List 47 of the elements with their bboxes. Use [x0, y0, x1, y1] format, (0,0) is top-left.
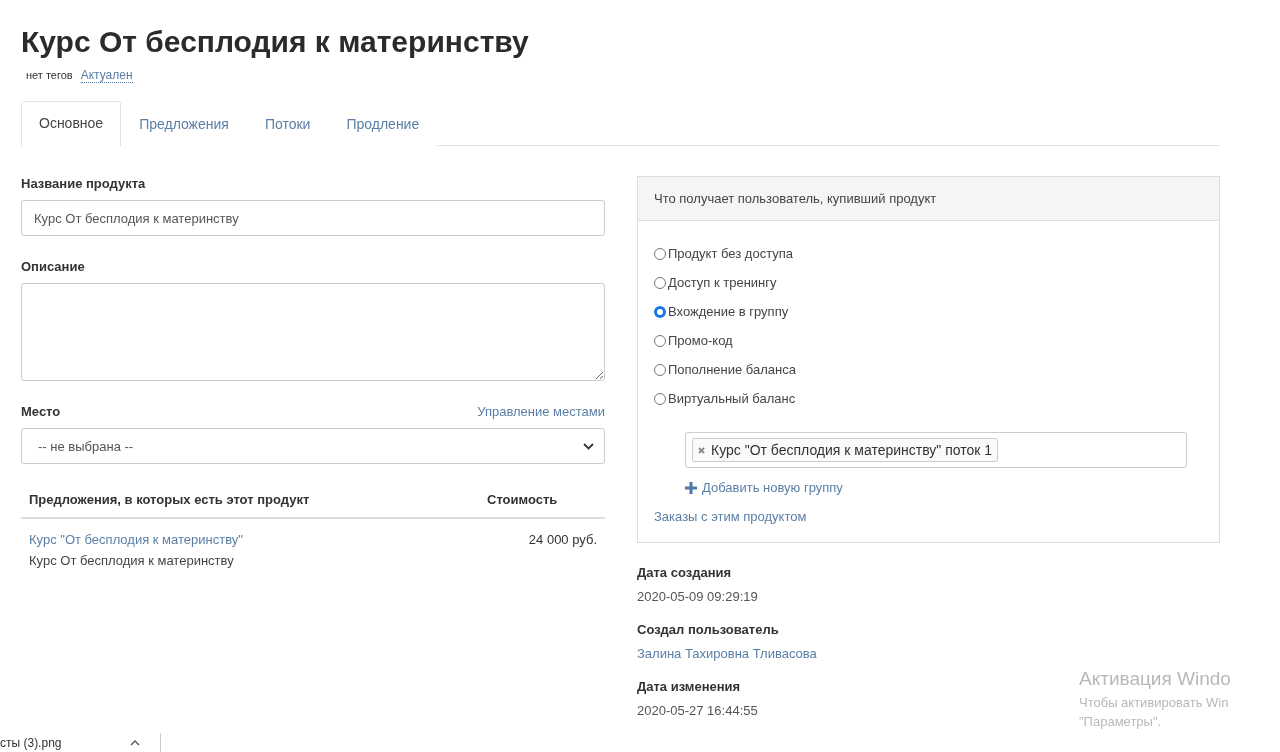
user-link[interactable]: Залина Тахировна Тливасова: [637, 646, 817, 661]
chevron-down-icon: [583, 442, 594, 450]
column-header: Предложения, в которых есть этот продукт: [21, 492, 479, 518]
radio-button[interactable]: [654, 305, 666, 318]
group-name: Курс "От бесплодия к материнству" поток 1: [711, 442, 993, 458]
tab[interactable]: Основное: [21, 101, 122, 146]
column-header: Стоимость: [479, 492, 605, 518]
meta-value: 2020-05-09 09:29:19: [637, 589, 758, 604]
group-field[interactable]: Курс "От бесплодия к материнству" поток 1: [685, 432, 1187, 468]
radio-option[interactable]: Промо-код: [654, 326, 1203, 355]
radio-button[interactable]: [654, 363, 666, 376]
offer-subtitle: Курс От бесплодия к материнству: [29, 552, 235, 570]
page-title: Курс От бесплодия к материнству: [21, 24, 530, 60]
orders-link[interactable]: Заказы с этим продуктом: [654, 509, 807, 524]
meta-label: Дата создания: [637, 565, 732, 580]
radio-option[interactable]: Доступ к тренингу: [654, 268, 1203, 297]
field-label: Место: [21, 404, 61, 419]
meta-label: Дата изменения: [637, 679, 741, 694]
description-field[interactable]: [21, 283, 605, 381]
radio-button[interactable]: [654, 334, 666, 347]
radio-option[interactable]: Продукт без доступа: [654, 239, 1203, 268]
radio-button[interactable]: [654, 247, 666, 260]
meta-value: 2020-05-27 16:44:55: [637, 703, 758, 718]
price: 24 000 руб.: [528, 532, 597, 547]
manage-places-link[interactable]: Управление местами: [477, 404, 605, 419]
status-link[interactable]: Актуален: [80, 68, 133, 83]
add-group-link[interactable]: Добавить новую группу: [685, 480, 843, 495]
name-field[interactable]: Курс От бесплодия к материнству: [21, 200, 605, 236]
radio-option[interactable]: Вхождение в группу: [654, 297, 1203, 326]
meta-label: Создал пользователь: [637, 622, 779, 637]
download-file[interactable]: сты (3).png: [0, 735, 62, 750]
place-select[interactable]: -- не выбрана --: [21, 428, 605, 464]
caret-up-icon[interactable]: [130, 739, 140, 746]
field-label: Описание: [21, 259, 86, 274]
tags-label: нет тегов: [26, 69, 73, 81]
activation-text: "Параметры".: [1079, 713, 1162, 731]
radio-option[interactable]: Виртуальный баланс: [654, 384, 1203, 413]
panel-header: Что получает пользователь, купивший продукт: [638, 177, 1219, 221]
remove-icon[interactable]: [698, 446, 705, 454]
offer-link[interactable]: Курс "От бесплодия к материнству": [29, 529, 471, 550]
radio-button[interactable]: [654, 276, 666, 289]
field-label: Название продукта: [21, 176, 147, 191]
plus-icon: [685, 481, 697, 494]
activation-title: Активация Windo: [1079, 668, 1231, 690]
radio-option[interactable]: Пополнение баланса: [654, 355, 1203, 384]
radio-button[interactable]: [654, 392, 666, 405]
activation-text: Чтобы активировать Win: [1079, 694, 1229, 712]
